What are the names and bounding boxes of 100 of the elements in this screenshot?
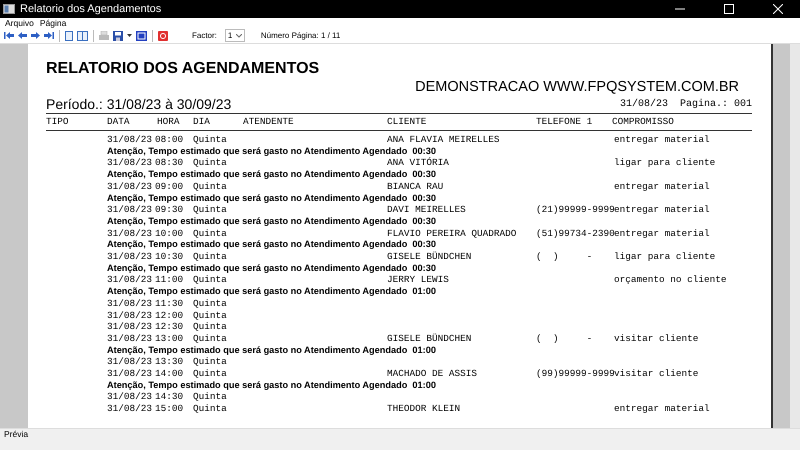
app-icon xyxy=(3,4,15,14)
day-cell-text: Quinta xyxy=(193,391,228,404)
single-page-icon[interactable] xyxy=(65,30,73,40)
date-cell-text: 31/08/23 xyxy=(107,204,154,216)
day-cell-text: Quinta xyxy=(193,134,228,146)
column-header: TIPO xyxy=(46,115,70,129)
company-name: DEMONSTRACAO WWW.FPQSYSTEM.COM.BR xyxy=(414,79,740,95)
client-cell-text: THEODOR KLEIN xyxy=(387,403,462,415)
menu-item[interactable]: Arquivo xyxy=(2,18,37,28)
duration-note: Atenção, Tempo estimado que será gasto no Atendimento Agendado 00:30 xyxy=(106,146,437,157)
task-cell-text: entregar material xyxy=(614,134,711,146)
time-cell-text: 08:00 xyxy=(155,134,184,146)
page-info: Pagina.: 001 xyxy=(680,98,752,112)
column-header: HORA xyxy=(157,115,181,129)
day-cell-text: Quinta xyxy=(193,274,228,286)
date-cell-text: 31/08/23 xyxy=(107,391,154,404)
client-cell-text: GISELE BÜNDCHEN xyxy=(387,332,472,345)
day-cell-text: Quinta xyxy=(193,180,228,193)
time-cell-text: 14:00 xyxy=(155,368,184,380)
date-cell-text: 31/08/23 xyxy=(107,298,154,310)
phone-cell: (51)99734-2390 xyxy=(536,228,614,240)
client-cell-text: GISELE BÜNDCHEN xyxy=(387,251,472,263)
phone-cell: (21)99999-9999 xyxy=(536,204,614,216)
day-cell-text: Quinta xyxy=(193,356,228,368)
duration-note: Atenção, Tempo estimado que será gasto no Atendimento Agendado 01:00 xyxy=(106,286,437,298)
time-cell-text: 11:30 xyxy=(155,298,184,310)
last-page-icon[interactable] xyxy=(44,32,54,39)
column-header: COMPROMISSO xyxy=(612,115,675,129)
status-text: Prévia xyxy=(4,429,28,441)
day-cell-text: Quinta xyxy=(193,403,228,415)
client-cell-text: MACHADO DE ASSIS xyxy=(387,368,478,380)
duration-note: Atenção, Tempo estimado que será gasto no Atendimento Agendado 00:30 xyxy=(106,262,437,274)
task-cell-text: ligar para cliente xyxy=(614,157,716,170)
export-icon[interactable] xyxy=(136,30,147,40)
first-page-icon[interactable] xyxy=(4,32,14,39)
time-cell-text: 12:30 xyxy=(155,321,184,333)
date-cell-text: 31/08/23 xyxy=(107,321,154,333)
time-cell-text: 10:30 xyxy=(155,251,184,263)
client-cell-text: BIANCA RAU xyxy=(387,180,444,193)
two-pages-icon[interactable] xyxy=(77,30,88,40)
print-date: 31/08/23 xyxy=(620,98,668,112)
time-cell-text: 09:30 xyxy=(155,204,184,216)
task-cell-text: visitar cliente xyxy=(614,332,700,345)
day-cell-text: Quinta xyxy=(193,228,228,240)
column-header: TELEFONE 1 xyxy=(536,115,594,129)
column-header: ATENDENTE xyxy=(243,115,295,129)
day-cell-text: Quinta xyxy=(193,298,228,310)
date-cell-text: 31/08/23 xyxy=(107,228,154,240)
time-cell-text: 08:30 xyxy=(155,157,184,170)
time-cell-text: 15:00 xyxy=(155,403,184,415)
day-cell-text: Quinta xyxy=(193,332,228,345)
task-cell-text: entregar material xyxy=(614,228,711,240)
date-cell-text: 31/08/23 xyxy=(107,368,154,380)
vertical-scrollbar[interactable] xyxy=(790,44,800,428)
task-cell-text: visitar cliente xyxy=(614,368,700,380)
task-cell-text: ligar para cliente xyxy=(614,251,716,263)
phone-cell: (99)99999-9999 xyxy=(536,368,614,380)
client-cell-text: DAVI MEIRELLES xyxy=(387,204,467,216)
client-cell-text: JERRY LEWIS xyxy=(387,274,450,286)
menu-item[interactable]: Página xyxy=(36,18,70,28)
column-header: DATA xyxy=(107,115,131,129)
time-cell-text: 13:00 xyxy=(155,332,184,345)
date-cell-text: 31/08/23 xyxy=(107,332,154,345)
time-cell-text: 13:30 xyxy=(155,356,184,368)
duration-note: Atenção, Tempo estimado que será gasto no Atendimento Agendado 00:30 xyxy=(106,169,437,181)
client-cell-text: ANA VITÓRIA xyxy=(387,157,450,170)
report-title: RELATORIO DOS AGENDAMENTOS xyxy=(46,60,320,78)
date-cell-text: 31/08/23 xyxy=(107,251,154,263)
factor-select[interactable]: 1 xyxy=(224,29,245,42)
caret-icon[interactable] xyxy=(127,34,132,37)
column-header: CLIENTE xyxy=(387,115,428,129)
factor-label: Factor: xyxy=(192,31,217,40)
day-cell-text: Quinta xyxy=(193,204,228,216)
date-cell-text: 31/08/23 xyxy=(107,274,154,286)
duration-note: Atenção, Tempo estimado que será gasto no Atendimento Agendado 00:30 xyxy=(106,239,437,252)
day-cell-text: Quinta xyxy=(193,157,228,170)
window-title: Relatorio dos Agendamentos xyxy=(20,3,162,15)
date-cell-text: 31/08/23 xyxy=(107,180,154,193)
date-cell-text: 31/08/23 xyxy=(107,134,154,146)
previous-page-icon[interactable] xyxy=(18,32,27,39)
period-text: Período.: 31/08/23 à 30/09/23 xyxy=(46,96,232,112)
date-cell-text: 31/08/23 xyxy=(107,157,154,170)
time-cell-text: 10:00 xyxy=(155,228,184,240)
stop-icon[interactable] xyxy=(158,30,168,40)
date-cell-text: 31/08/23 xyxy=(107,403,154,415)
save-icon[interactable] xyxy=(113,30,123,40)
day-cell-text: Quinta xyxy=(193,310,228,322)
task-cell-text: orçamento no cliente xyxy=(614,274,728,286)
duration-note: Atenção, Tempo estimado que será gasto no Atendimento Agendado 01:00 xyxy=(106,344,437,356)
next-page-icon[interactable] xyxy=(31,32,40,39)
task-cell-text: entregar material xyxy=(614,403,711,415)
phone-cell-text: ( ) - xyxy=(536,332,594,345)
duration-note: Atenção, Tempo estimado que será gasto no Atendimento Agendado 01:00 xyxy=(106,380,437,392)
time-cell-text: 09:00 xyxy=(155,180,184,193)
date-cell-text: 31/08/23 xyxy=(107,356,154,368)
task-cell-text: entregar material xyxy=(614,204,711,216)
day-cell-text: Quinta xyxy=(193,321,228,333)
time-cell-text: 14:30 xyxy=(155,391,184,404)
client-cell-text: ANA FLAVIA MEIRELLES xyxy=(387,134,501,146)
task-cell-text: entregar material xyxy=(614,180,711,193)
